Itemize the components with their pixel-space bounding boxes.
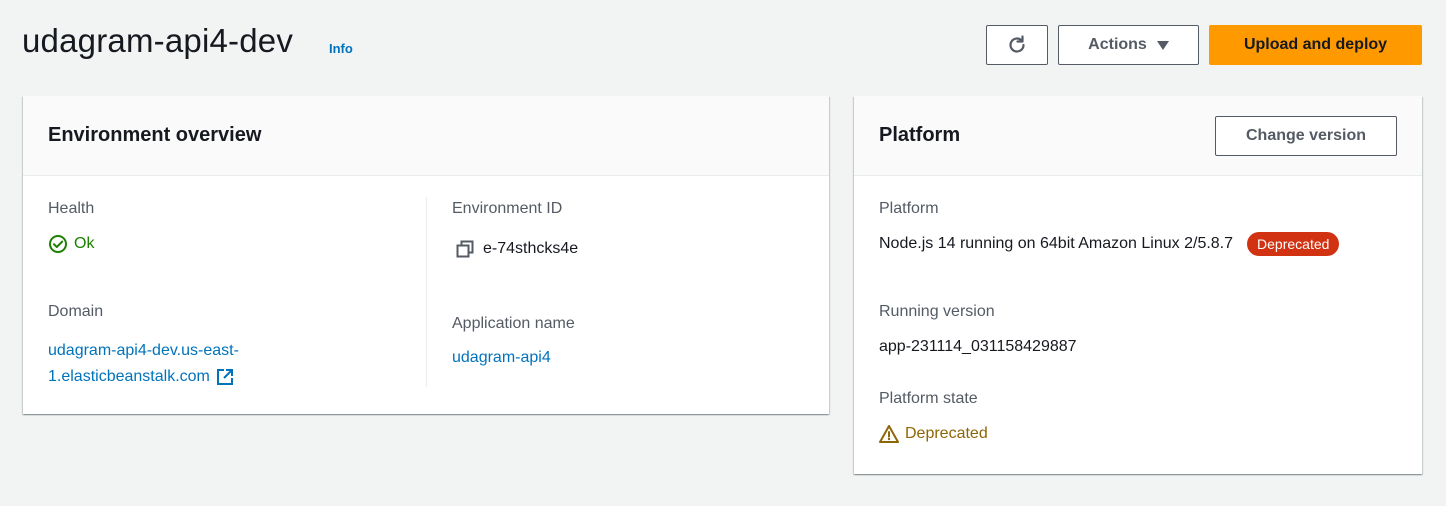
actions-label: Actions [1088, 36, 1147, 53]
health-status-text: Ok [74, 235, 95, 252]
caret-down-icon [1156, 40, 1169, 50]
platform-state-value: Deprecated [879, 424, 988, 444]
platform-label: Platform [879, 200, 939, 217]
environment-overview-card: Environment overview Health Ok Domain ud… [23, 96, 829, 414]
refresh-icon [1006, 34, 1028, 56]
environment-id-text: e-74sthcks4e [483, 240, 579, 257]
page-title: udagram-api4-dev [22, 22, 294, 59]
domain-link[interactable]: udagram-api4-dev.us-east- 1.elasticbeans… [48, 338, 239, 390]
environment-overview-header: Environment overview [23, 96, 829, 176]
domain-label: Domain [48, 303, 104, 320]
health-label: Health [48, 200, 95, 217]
platform-state-label: Platform state [879, 390, 978, 407]
environment-id-value: e-74sthcks4e [456, 240, 578, 258]
warning-icon [879, 424, 899, 444]
copy-icon[interactable] [456, 240, 474, 258]
platform-value: Node.js 14 running on 64bit Amazon Linux… [879, 232, 1340, 256]
refresh-button[interactable] [986, 25, 1048, 65]
environment-id-label: Environment ID [452, 200, 563, 217]
platform-header: Platform Change version [854, 96, 1422, 176]
platform-card: Platform Change version Platform Node.js… [854, 96, 1422, 474]
health-value: Ok [48, 234, 94, 254]
platform-state-text: Deprecated [905, 425, 988, 442]
domain-link-line2: 1.elasticbeanstalk.com [48, 368, 210, 385]
change-version-button[interactable]: Change version [1215, 115, 1397, 156]
deprecated-badge: Deprecated [1247, 232, 1340, 256]
external-link-icon [216, 368, 234, 386]
info-link[interactable]: Info [329, 41, 353, 56]
application-name-link[interactable]: udagram-api4 [452, 349, 551, 367]
running-version-value: app-231114_031158429887 [879, 338, 1077, 355]
platform-title: Platform [879, 124, 961, 146]
actions-dropdown-button[interactable]: Actions [1058, 25, 1199, 65]
upload-and-deploy-button[interactable]: Upload and deploy [1209, 25, 1422, 65]
running-version-label: Running version [879, 303, 995, 320]
domain-link-line1: udagram-api4-dev.us-east- [48, 342, 239, 359]
application-name-label: Application name [452, 315, 575, 332]
environment-overview-title: Environment overview [48, 124, 262, 146]
column-divider [426, 197, 427, 387]
platform-value-text: Node.js 14 running on 64bit Amazon Linux… [879, 235, 1234, 252]
status-ok-icon [48, 234, 68, 254]
